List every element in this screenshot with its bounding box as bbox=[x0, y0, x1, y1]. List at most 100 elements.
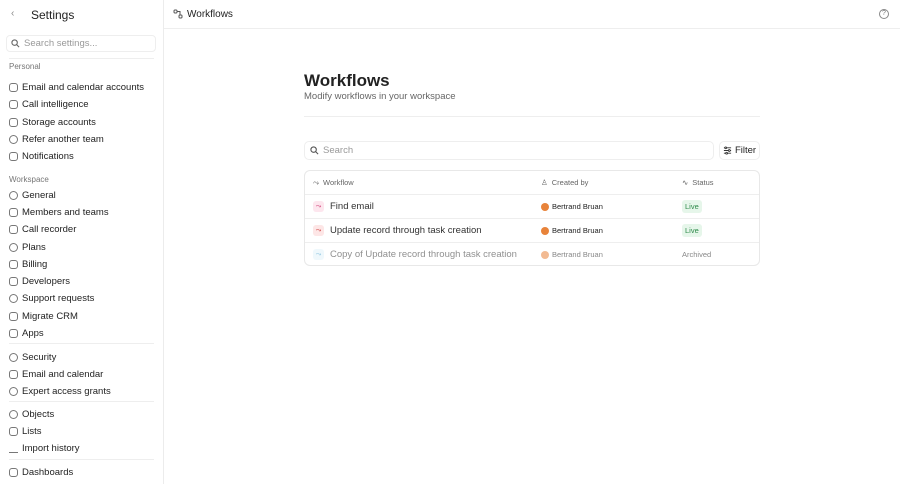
sidebar-item-plans[interactable]: Plans bbox=[9, 239, 46, 255]
sidebar-item-import-history[interactable]: Import history bbox=[9, 440, 80, 456]
filter-button[interactable]: Filter bbox=[719, 141, 760, 160]
upload-icon bbox=[9, 444, 18, 453]
sidebar-item-general[interactable]: General bbox=[9, 187, 56, 203]
column-status[interactable]: ∿ Status bbox=[682, 178, 714, 187]
users-icon bbox=[9, 134, 18, 144]
search-icon bbox=[310, 146, 319, 155]
workflows-table: ⤳ Workflow ♙ Created by ∿ Status ⤳ Find emai… bbox=[304, 170, 760, 266]
apps-grid-icon bbox=[9, 328, 18, 338]
item-label: Lists bbox=[22, 425, 42, 437]
section-personal-label: Personal bbox=[9, 62, 41, 71]
workflow-icon: ⤳ bbox=[313, 225, 324, 236]
workflow-name: Find email bbox=[330, 201, 374, 212]
divider bbox=[9, 401, 154, 402]
users-icon bbox=[9, 207, 18, 217]
column-label: Status bbox=[692, 178, 714, 187]
main-content: Workflows ? Workflows Modify workflows i… bbox=[164, 0, 900, 484]
sidebar-item-developers[interactable]: Developers bbox=[9, 273, 70, 289]
workflow-name: Copy of Update record through task creat… bbox=[330, 249, 517, 260]
table-row[interactable]: ⤳ Copy of Update record through task crea… bbox=[305, 242, 759, 266]
avatar bbox=[541, 250, 549, 259]
item-label: Migrate CRM bbox=[22, 310, 78, 322]
sidebar-item-security[interactable]: Security bbox=[9, 349, 56, 365]
sidebar-item-support[interactable]: Support requests bbox=[9, 290, 94, 306]
filter-label: Filter bbox=[734, 145, 757, 156]
settings-sidebar: ‹ Settings Search settings... Personal E… bbox=[0, 0, 164, 484]
workflow-icon: ⤳ bbox=[313, 249, 324, 260]
sidebar-item-lists[interactable]: Lists bbox=[9, 423, 42, 439]
plans-icon bbox=[9, 242, 18, 252]
avatar bbox=[541, 202, 549, 211]
search-placeholder: Search settings... bbox=[24, 38, 98, 49]
sidebar-title: Settings bbox=[31, 8, 75, 22]
item-label: Plans bbox=[22, 241, 46, 253]
sidebar-item-call-intelligence[interactable]: Call intelligence bbox=[9, 96, 89, 112]
list-icon bbox=[9, 426, 18, 436]
sidebar-item-members[interactable]: Members and teams bbox=[9, 204, 109, 220]
user-icon: ♙ bbox=[541, 178, 548, 187]
column-label: Created by bbox=[551, 178, 589, 187]
code-icon bbox=[9, 276, 18, 286]
table-row[interactable]: ⤳ Find email Bertrand Bruan Live bbox=[305, 194, 759, 218]
item-label: Email and calendar accounts bbox=[22, 81, 144, 93]
sidebar-header: ‹ Settings bbox=[0, 0, 163, 29]
item-label: Objects bbox=[22, 408, 55, 420]
sidebar-item-expert-access[interactable]: Expert access grants bbox=[9, 383, 111, 399]
item-label: General bbox=[22, 189, 56, 201]
sidebar-item-apps[interactable]: Apps bbox=[9, 325, 44, 341]
sidebar-item-migrate-crm[interactable]: Migrate CRM bbox=[9, 308, 78, 324]
divider bbox=[304, 116, 760, 117]
workflow-search-input[interactable]: Search bbox=[304, 141, 714, 160]
creator-name: Bertrand Bruan bbox=[552, 250, 603, 259]
item-label: Email and calendar bbox=[22, 368, 104, 380]
settings-search-input[interactable]: Search settings... bbox=[6, 35, 156, 52]
migrate-icon bbox=[9, 311, 18, 321]
sidebar-item-email-calendar-accounts[interactable]: Email and calendar accounts bbox=[9, 79, 144, 95]
help-icon[interactable]: ? bbox=[879, 9, 889, 19]
section-workspace-label: Workspace bbox=[9, 175, 49, 184]
table-header: ⤳ Workflow ♙ Created by ∿ Status bbox=[305, 171, 759, 194]
page-subtitle: Modify workflows in your workspace bbox=[304, 91, 456, 102]
creator-name: Bertrand Bruan bbox=[552, 226, 603, 235]
item-label: Support requests bbox=[22, 292, 95, 304]
sidebar-item-call-recorder[interactable]: Call recorder bbox=[9, 221, 76, 237]
item-label: Notifications bbox=[22, 150, 74, 162]
gear-icon bbox=[9, 190, 18, 200]
cube-icon bbox=[9, 409, 18, 419]
sidebar-item-billing[interactable]: Billing bbox=[9, 256, 47, 272]
item-label: Apps bbox=[22, 327, 44, 339]
item-label: Import history bbox=[22, 442, 80, 454]
sidebar-item-objects[interactable]: Objects bbox=[9, 406, 54, 422]
bell-icon bbox=[9, 151, 18, 161]
item-label: Call intelligence bbox=[22, 98, 89, 110]
headset-icon bbox=[9, 293, 18, 303]
avatar bbox=[541, 226, 549, 235]
video-icon bbox=[9, 99, 18, 109]
sidebar-item-storage-accounts[interactable]: Storage accounts bbox=[9, 114, 96, 130]
item-label: Refer another team bbox=[22, 133, 104, 145]
item-label: Security bbox=[22, 351, 57, 363]
page-title: Workflows bbox=[304, 71, 390, 90]
mail-icon bbox=[9, 82, 18, 92]
folder-icon bbox=[9, 117, 18, 127]
back-chevron-icon[interactable]: ‹ bbox=[11, 8, 14, 19]
breadcrumb-workflows: Workflows bbox=[187, 8, 233, 20]
item-label: Developers bbox=[22, 275, 71, 287]
sidebar-item-notifications[interactable]: Notifications bbox=[9, 148, 74, 164]
sidebar-item-email-calendar[interactable]: Email and calendar bbox=[9, 366, 103, 382]
table-row[interactable]: ⤳ Update record through task creation Ber… bbox=[305, 218, 759, 242]
breadcrumb: Workflows bbox=[164, 0, 900, 29]
status-badge: Archived bbox=[682, 250, 712, 259]
column-label: Workflow bbox=[323, 178, 354, 187]
sidebar-item-dashboards[interactable]: Dashboards bbox=[9, 464, 73, 480]
status-badge: Live bbox=[682, 224, 702, 237]
column-created-by[interactable]: ♙ Created by bbox=[541, 178, 588, 187]
workflow-icon bbox=[173, 9, 183, 19]
sidebar-item-refer-team[interactable]: Refer another team bbox=[9, 131, 104, 147]
workflow-icon: ⤳ bbox=[313, 201, 324, 212]
search-icon bbox=[11, 39, 20, 48]
column-workflow[interactable]: ⤳ Workflow bbox=[313, 178, 354, 188]
billing-icon bbox=[9, 259, 18, 269]
item-label: Storage accounts bbox=[22, 116, 96, 128]
creator-name: Bertrand Bruan bbox=[552, 202, 603, 211]
